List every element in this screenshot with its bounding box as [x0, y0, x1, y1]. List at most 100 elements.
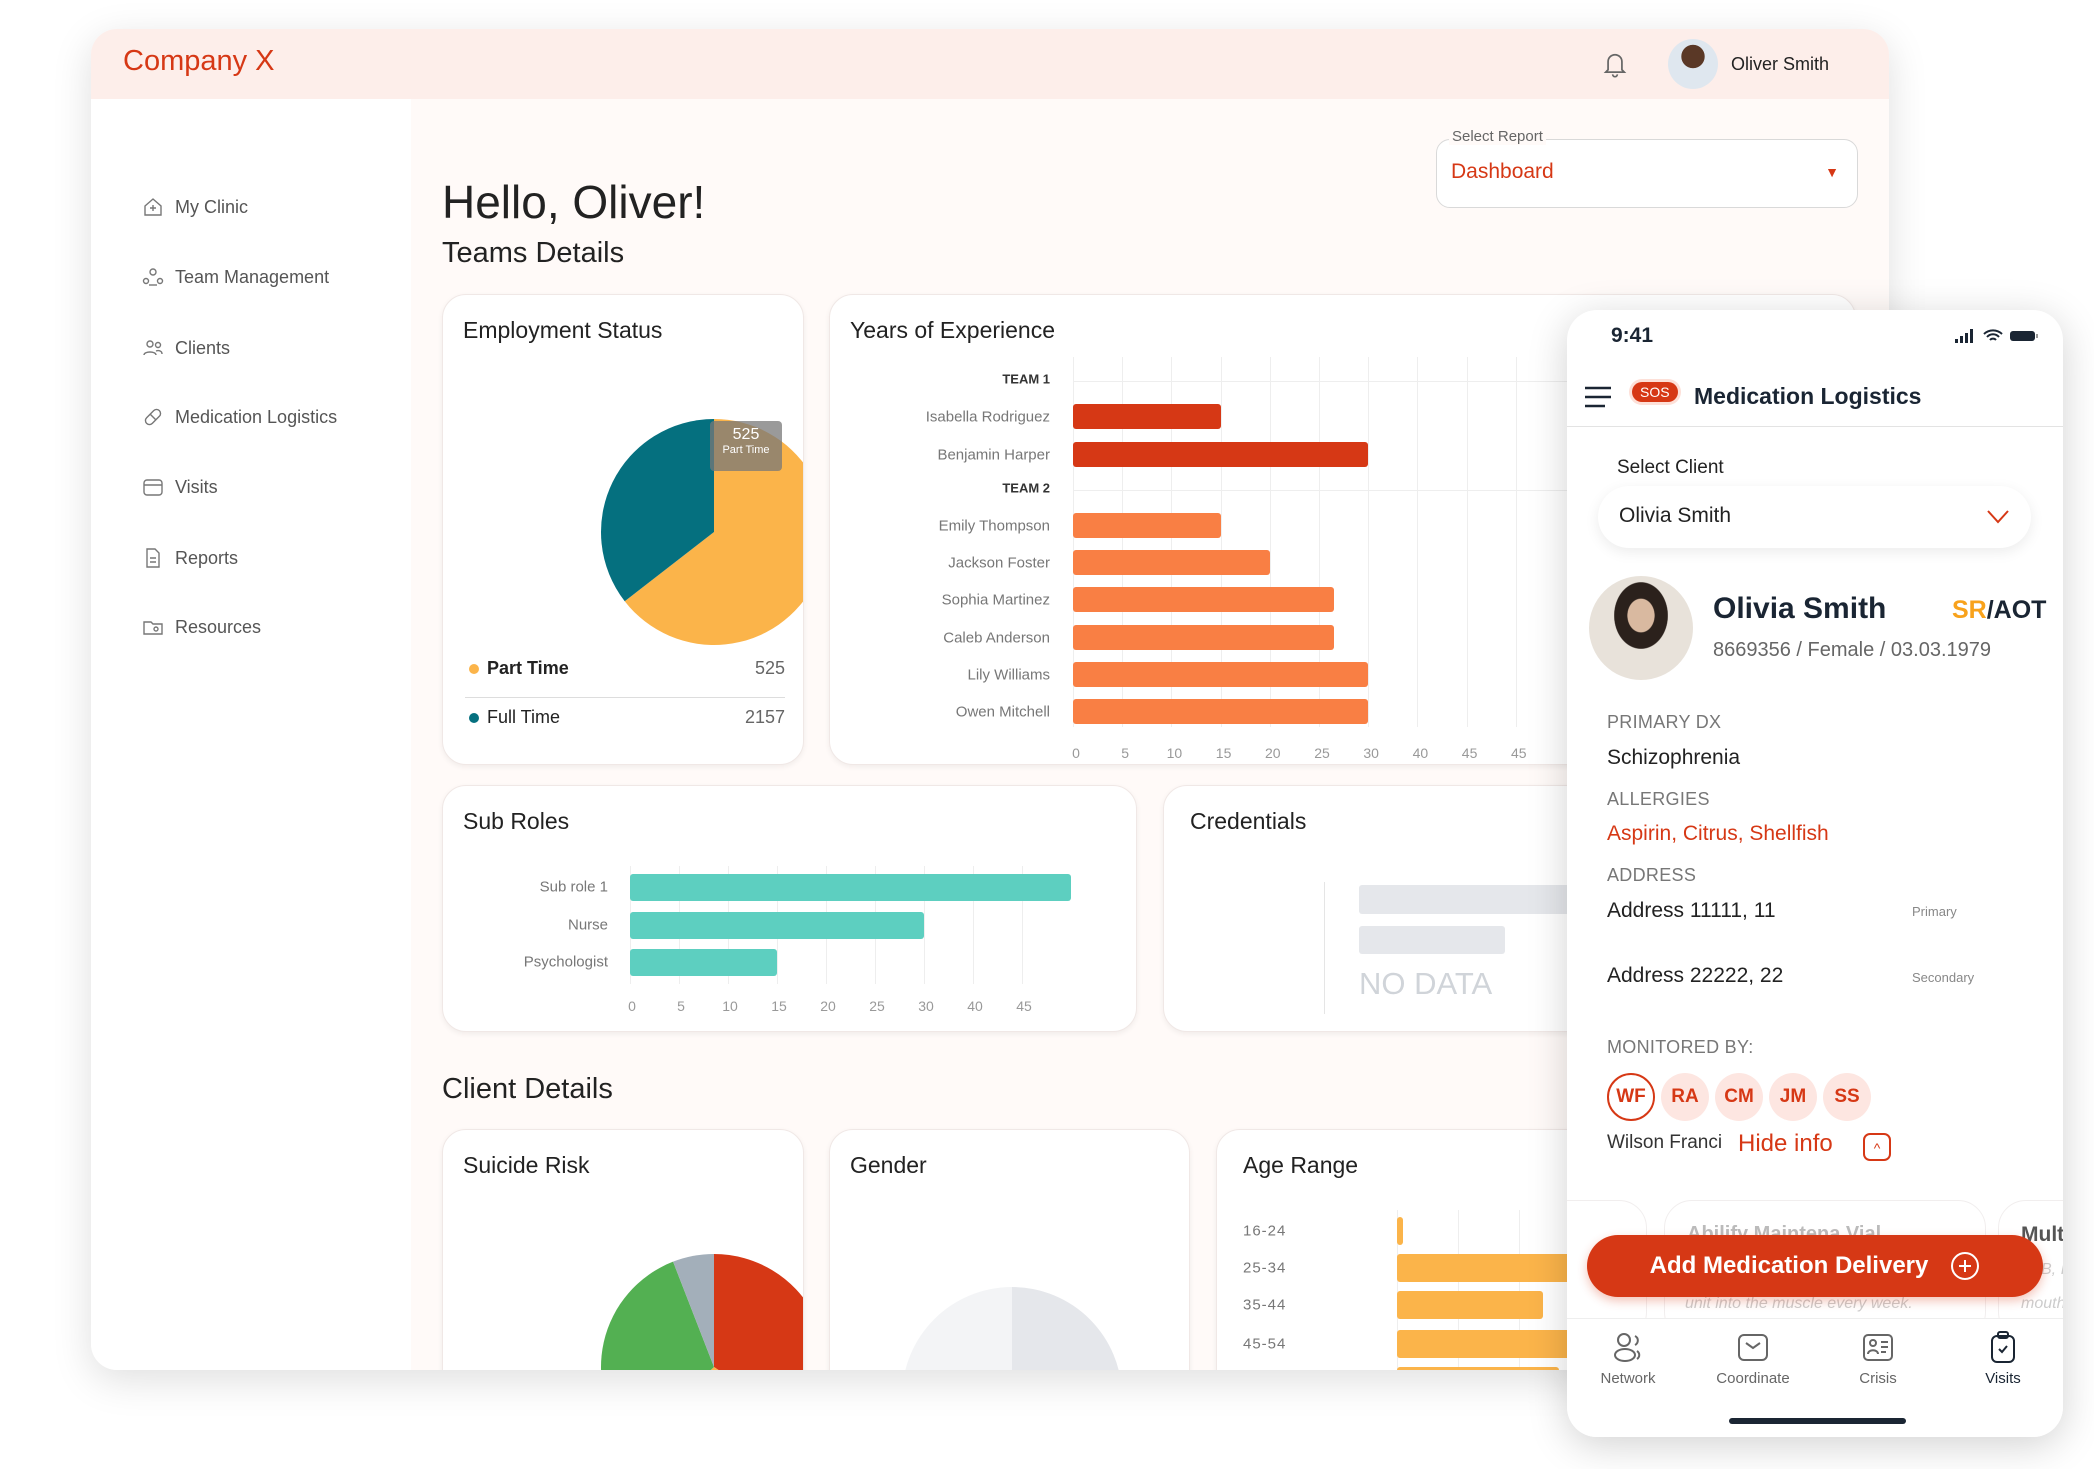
- row-label: 45-54: [1243, 1335, 1287, 1353]
- brand-logo[interactable]: Company X: [123, 45, 275, 78]
- card-title: Credentials: [1190, 808, 1307, 834]
- card-title: Age Range: [1243, 1152, 1359, 1178]
- monitor-chip[interactable]: WF: [1607, 1073, 1655, 1121]
- x-tick-label: 15: [771, 998, 787, 1014]
- teams-details-heading: Teams Details: [442, 237, 625, 269]
- x-tick-label: 5: [677, 998, 685, 1014]
- sidebar-item-team-management[interactable]: Team Management: [141, 265, 329, 289]
- tab-visits[interactable]: Visits: [1948, 1330, 2058, 1387]
- sidebar-item-clients[interactable]: Clients: [141, 336, 230, 360]
- home-indicator: [1729, 1418, 1906, 1424]
- medication-description: B, I: [2041, 1261, 2063, 1278]
- sos-button[interactable]: SOS: [1632, 382, 1678, 402]
- bar[interactable]: [1073, 625, 1334, 650]
- legend-item-part-time[interactable]: Part Time 525: [469, 658, 785, 679]
- row-label: Isabella Rodriguez: [925, 408, 1050, 426]
- bar[interactable]: [1073, 699, 1369, 724]
- row-label: 35-44: [1243, 1296, 1287, 1314]
- select-report-dropdown[interactable]: Select Report Dashboard ▼: [1436, 128, 1858, 208]
- row-label: 25-34: [1243, 1259, 1287, 1277]
- row-label: Jackson Foster: [948, 554, 1050, 572]
- bar[interactable]: [630, 912, 924, 939]
- primary-dx-value: Schizophrenia: [1607, 746, 1741, 769]
- row-label: 16-24: [1243, 1222, 1287, 1240]
- allergies-value: Aspirin, Citrus, Shellfish: [1607, 822, 1829, 845]
- client-details-heading: Client Details: [442, 1073, 613, 1105]
- sidebar-item-label: Team Management: [175, 266, 330, 287]
- hide-info-link[interactable]: Hide info: [1738, 1130, 1833, 1158]
- sidebar-item-visits[interactable]: Visits: [141, 475, 218, 499]
- sidebar-item-resources[interactable]: Resources: [141, 615, 261, 639]
- bar[interactable]: [1397, 1367, 1559, 1370]
- x-tick-label: 0: [628, 998, 636, 1014]
- legend-item-full-time[interactable]: Full Time 2157: [469, 707, 785, 728]
- user-avatar[interactable]: [1668, 39, 1718, 89]
- pie-slice[interactable]: [714, 1254, 804, 1370]
- row-label: Nurse: [567, 916, 608, 934]
- card-title: Years of Experience: [850, 317, 1056, 343]
- tag-aot: /AOT: [1986, 596, 2047, 624]
- client-avatar: [1589, 576, 1693, 680]
- bell-icon[interactable]: [1601, 49, 1629, 79]
- bar[interactable]: [1073, 513, 1221, 538]
- pie-slice: [1012, 1287, 1119, 1370]
- wifi-icon: [1983, 329, 2003, 341]
- bar[interactable]: [1073, 442, 1369, 467]
- address-secondary: Address 22222, 22: [1607, 964, 1784, 987]
- sidebar-item-label: Reports: [175, 547, 239, 568]
- x-tick-label: 15: [1215, 745, 1232, 761]
- bar[interactable]: [1073, 662, 1369, 687]
- monitor-chip[interactable]: SS: [1823, 1073, 1871, 1121]
- button-label: Add Medication Delivery: [1649, 1252, 1929, 1279]
- select-client-label: Select Client: [1617, 457, 1724, 478]
- hamburger-menu-icon[interactable]: [1584, 386, 1614, 408]
- tab-network[interactable]: Network: [1573, 1330, 1683, 1387]
- bar[interactable]: [630, 949, 777, 976]
- row-label: Owen Mitchell: [955, 703, 1050, 721]
- sidebar-item-label: Visits: [175, 476, 218, 497]
- sidebar-item-my-clinic[interactable]: My Clinic: [141, 195, 248, 219]
- coordinate-icon: [1738, 1334, 1768, 1361]
- gender-pie-placeholder: [905, 1287, 1119, 1370]
- x-tick-label: 40: [967, 998, 983, 1014]
- chevron-up-icon[interactable]: ^: [1863, 1133, 1891, 1161]
- no-data-text: NO DATA: [1359, 966, 1493, 1001]
- group-label: TEAM 2: [1002, 480, 1050, 496]
- clipboard-check-icon: [1991, 1331, 2015, 1363]
- select-client-dropdown[interactable]: Olivia Smith: [1598, 486, 2031, 548]
- add-medication-delivery-button[interactable]: Add Medication Delivery: [1587, 1235, 2043, 1297]
- x-tick-label: 30: [918, 998, 934, 1014]
- tab-crisis[interactable]: Crisis: [1823, 1330, 1933, 1387]
- tooltip-value: 525: [732, 426, 760, 443]
- bar[interactable]: [1073, 587, 1334, 612]
- monitor-chip[interactable]: RA: [1661, 1073, 1709, 1121]
- bar[interactable]: [1397, 1217, 1404, 1245]
- legend-label: Full Time: [487, 707, 561, 727]
- x-tick-label: 25: [1314, 745, 1330, 761]
- monitor-chip[interactable]: JM: [1769, 1073, 1817, 1121]
- top-bar: Company X Oliver Smith: [91, 29, 1889, 99]
- network-icon: [1614, 1333, 1641, 1362]
- x-tick-label: 5: [1121, 745, 1130, 761]
- row-label: Lily Williams: [967, 666, 1051, 684]
- bar[interactable]: [1073, 404, 1221, 429]
- document-icon: [146, 548, 160, 568]
- bar[interactable]: [1073, 550, 1270, 575]
- monitor-chip[interactable]: CM: [1715, 1073, 1763, 1121]
- sidebar-item-reports[interactable]: Reports: [141, 546, 238, 570]
- x-tick-label: 45: [1016, 998, 1032, 1014]
- user-name[interactable]: Oliver Smith: [1731, 54, 1829, 75]
- bar[interactable]: [630, 874, 1071, 901]
- suicide-risk-card: Suicide Risk: [442, 1129, 804, 1370]
- sidebar-item-medication-logistics[interactable]: Medication Logistics: [141, 405, 337, 429]
- row-label: Psychologist: [523, 953, 608, 971]
- monitored-by-label: MONITORED BY:: [1607, 1037, 1754, 1057]
- x-tick-label: 10: [722, 998, 738, 1014]
- row-label: Emily Thompson: [938, 517, 1050, 535]
- tab-coordinate[interactable]: Coordinate: [1698, 1330, 1808, 1387]
- address-primary: Address 11111, 11: [1607, 899, 1776, 922]
- status-icons: [1955, 329, 2039, 343]
- home-icon: [144, 198, 162, 216]
- bar[interactable]: [1397, 1291, 1544, 1319]
- tab-label: Network: [1600, 1370, 1656, 1387]
